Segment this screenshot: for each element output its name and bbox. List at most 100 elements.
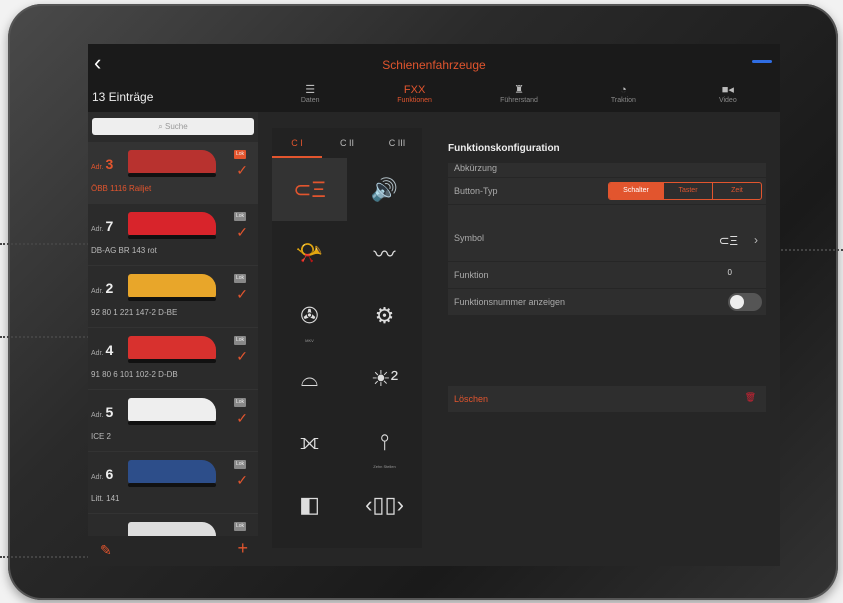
check-icon: ✓ — [236, 286, 248, 302]
function-group-tabs: C I C II C III — [272, 128, 422, 158]
main-tabs: ☰ Daten FXX Funktionen ♜ Führerstand ◔ Trakt… — [258, 84, 780, 112]
locomotive-image — [128, 398, 216, 425]
lok-badge: Lok — [234, 150, 246, 159]
tab-traktion[interactable]: ◔ Traktion — [571, 84, 675, 112]
check-icon: ✓ — [236, 162, 248, 178]
delete-button[interactable]: Löschen — [454, 394, 488, 404]
tab-c1[interactable]: C I — [272, 128, 322, 158]
callout-line-4 — [778, 249, 843, 251]
config-rows: Abkürzung Button-Typ Schalter Taster Zei… — [448, 163, 766, 316]
search-input[interactable]: ⌕ Suche — [92, 118, 254, 135]
list-item[interactable]: Adr. 4 Lok ✓ 91 80 6 101 102-2 D-DB — [88, 328, 258, 390]
trash-icon[interactable]: 🗑 — [745, 392, 756, 403]
app-header: ‹ Schienenfahrzeuge 13 Einträge ☰ Daten F… — [88, 44, 780, 112]
button-type-segmented: Schalter Taster Zeit — [608, 182, 762, 200]
function-cell[interactable]: 📯 — [272, 221, 347, 284]
show-number-label: Funktionsnummer anzeigen — [454, 297, 566, 307]
segment-zeit[interactable]: Zeit — [712, 183, 761, 199]
function-caption: Zehn Stellen — [373, 464, 396, 469]
cab-light-2-icon: ☀² — [370, 365, 399, 391]
lok-badge: Lok — [234, 398, 246, 407]
address-label: Adr. 3 — [91, 156, 114, 172]
callout-line-1 — [0, 243, 92, 245]
function-cell[interactable]: 〰 — [347, 221, 422, 284]
tab-fuehrerstand[interactable]: ♜ Führerstand — [467, 84, 571, 112]
list-toolbar: ✎ + — [88, 536, 258, 566]
list-item[interactable]: Adr. 5 Lok ✓ ICE 2 — [88, 390, 258, 452]
lok-badge: Lok — [234, 336, 246, 345]
abbr-label: Abkürzung — [454, 163, 498, 173]
tab-c2[interactable]: C II — [322, 128, 372, 158]
locomotive-image — [128, 274, 216, 301]
lok-badge: Lok — [234, 274, 246, 283]
address-label: Adr. 2 — [91, 280, 114, 296]
edit-pencil-icon[interactable]: ✎ — [100, 542, 112, 559]
list-item[interactable]: Adr. 2 Lok ✓ 92 80 1 221 147-2 D-BE — [88, 266, 258, 328]
address-label: Adr. 5 — [91, 404, 114, 420]
function-cell[interactable]: ⌓ — [272, 347, 347, 410]
function-caption: MKV — [305, 338, 314, 343]
list-item[interactable]: Adr. 7 Lok ✓ DB-AG BR 143 rot — [88, 204, 258, 266]
conductor-cap-icon: ⌓ — [300, 365, 319, 391]
add-vehicle-button[interactable]: + — [237, 538, 248, 559]
vehicle-list: Adr. 3 Lok ✓ ÖBB 1116 Railjet Adr. 7 Lok ✓ DB-AG … — [88, 142, 258, 566]
check-icon: ✓ — [236, 224, 248, 240]
function-cell[interactable]: ⫯ Zehn Stellen — [347, 410, 422, 473]
function-cell[interactable]: ⟗ — [272, 410, 347, 473]
vehicle-description: ÖBB 1116 Railjet — [91, 184, 152, 193]
headlight-icon: ⊂Ξ — [718, 233, 738, 248]
symbol-row[interactable]: Symbol ⊂Ξ › — [448, 205, 766, 262]
segment-schalter[interactable]: Schalter — [609, 183, 663, 199]
function-cell[interactable]: ‹▯▯› — [347, 473, 422, 536]
config-title: Funktionskonfiguration — [448, 143, 560, 154]
button-type-row: Button-Typ Schalter Taster Zeit — [448, 178, 766, 205]
callout-line-3 — [0, 556, 92, 558]
horn-icon: 📯 — [295, 239, 324, 265]
address-label: Adr. 4 — [91, 342, 114, 358]
status-indicator — [752, 60, 772, 63]
horn-sound-icon: 〰 — [373, 241, 396, 267]
tab-video[interactable]: ■◂ Video — [676, 84, 780, 112]
check-icon: ✓ — [236, 348, 248, 364]
function-cell[interactable]: ⊂Ξ — [272, 158, 347, 221]
function-cell[interactable]: ⚙ — [347, 284, 422, 347]
locomotive-image — [128, 336, 216, 363]
function-config-panel: Funktionskonfiguration Abkürzung Button-… — [440, 128, 780, 566]
address-label: Adr. 6 — [91, 466, 114, 482]
check-icon: ✓ — [236, 410, 248, 426]
entry-count: 13 Einträge — [92, 90, 154, 104]
button-type-label: Button-Typ — [454, 186, 498, 196]
vehicle-description: 92 80 1 221 147-2 D-BE — [91, 308, 178, 317]
locomotive-image — [128, 212, 216, 239]
chevron-right-icon[interactable]: › — [754, 233, 758, 247]
app-screen: ‹ Schienenfahrzeuge 13 Einträge ☰ Daten F… — [88, 44, 780, 566]
function-cell[interactable]: 🔊 — [347, 158, 422, 221]
cab-icon: ♜ — [514, 84, 524, 96]
lok-badge: Lok — [234, 460, 246, 469]
fan-icon: ✇ — [300, 302, 319, 328]
page-title: Schienenfahrzeuge — [382, 58, 486, 72]
tab-c3[interactable]: C III — [372, 128, 422, 158]
list-item[interactable]: Adr. 6 Lok ✓ Litt. 141 — [88, 452, 258, 514]
lok-badge: Lok — [234, 522, 246, 531]
tab-daten[interactable]: ☰ Daten — [258, 84, 362, 112]
tab-funktionen[interactable]: FXX Funktionen — [362, 84, 466, 112]
function-cell[interactable]: ◧ — [272, 473, 347, 536]
symbol-label: Symbol — [454, 233, 485, 243]
functions-icon: FXX — [403, 84, 426, 96]
signal-sound-icon: ⫯ — [379, 428, 390, 454]
function-number-field[interactable]: 0 — [712, 268, 732, 277]
coupling-icon: ⟗ — [299, 428, 320, 454]
vehicle-description: 91 80 6 101 102-2 D-DB — [91, 370, 178, 379]
function-cell[interactable]: ☀² — [347, 347, 422, 410]
gauge-icon: ◔ — [620, 84, 627, 96]
doors-sound-icon: ‹▯▯› — [365, 491, 404, 517]
show-number-toggle[interactable] — [728, 293, 762, 311]
segment-taster[interactable]: Taster — [663, 183, 712, 199]
function-grid: ⊂Ξ 🔊 📯 〰 ✇ MKV ⚙ ⌓ ☀² ⟗ ⫯ Zehn Stellen ◧ ‹▯▯› — [272, 158, 422, 536]
speaker-icon: 🔊 — [370, 176, 399, 202]
delete-row: Löschen 🗑 — [448, 386, 766, 412]
list-item[interactable]: Adr. 3 Lok ✓ ÖBB 1116 Railjet — [88, 142, 258, 204]
abbr-row[interactable]: Abkürzung — [448, 163, 766, 178]
function-cell[interactable]: ✇ MKV — [272, 284, 347, 347]
